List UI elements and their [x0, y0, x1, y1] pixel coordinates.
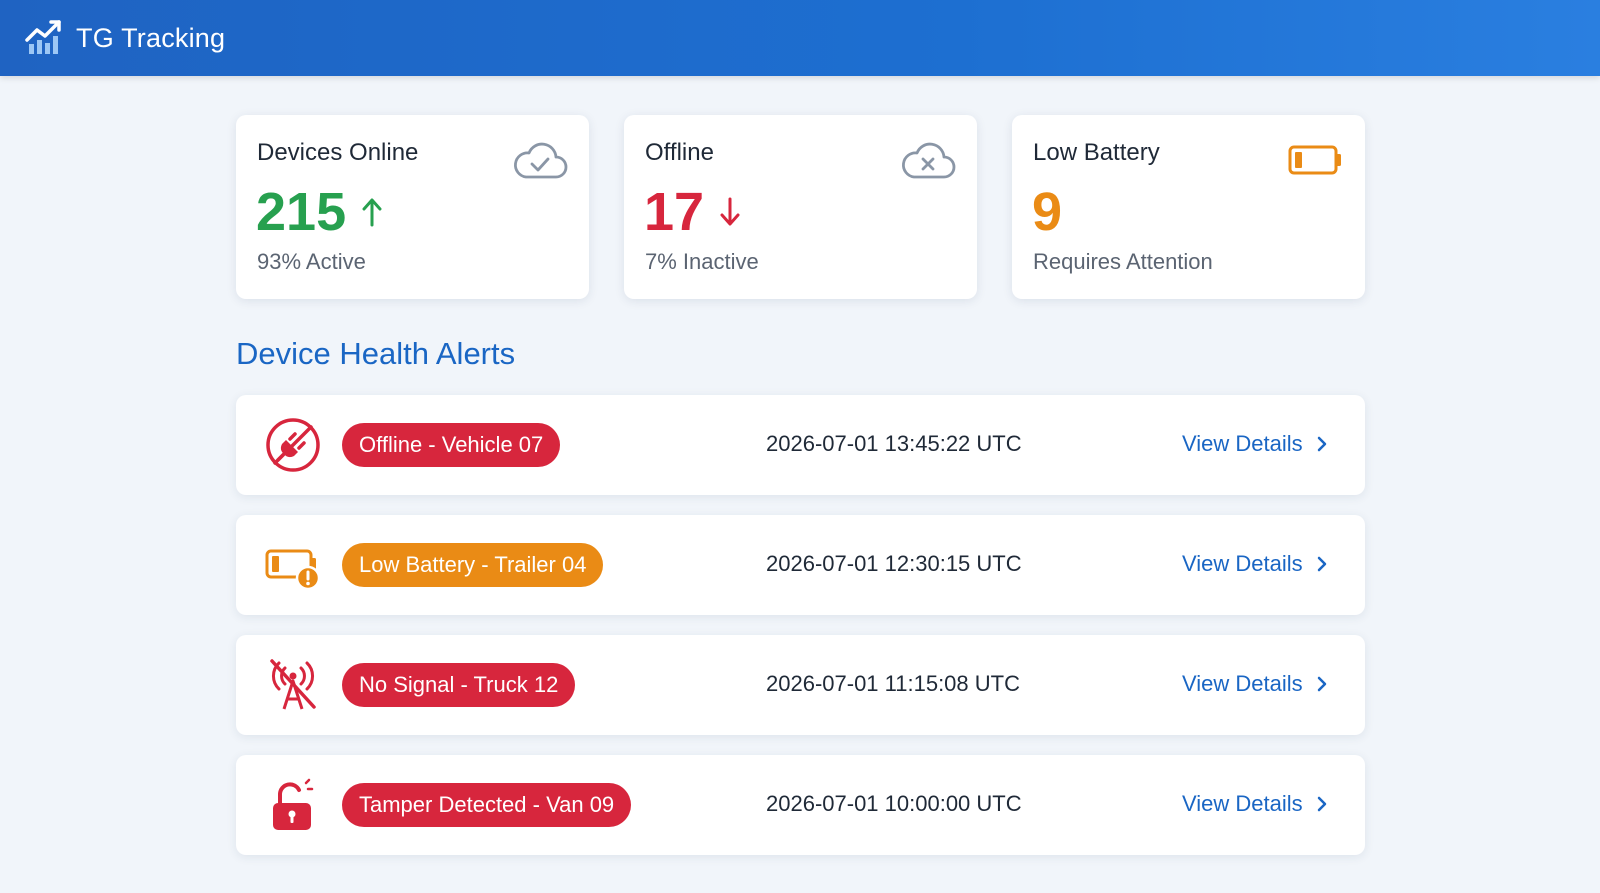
status-badge: Low Battery - Trailer 04: [342, 543, 604, 587]
alert-timestamp: 2026-07-01 13:45:22 UTC: [766, 431, 1022, 456]
alert-row[interactable]: Tamper Detected - Van 09 2026-07-01 10:0…: [236, 755, 1365, 855]
view-details-link[interactable]: View Details: [1182, 671, 1329, 697]
low-battery-count: 9: [1032, 182, 1063, 242]
chevron-right-icon[interactable]: [1315, 435, 1329, 453]
alert-row[interactable]: No Signal - Truck 12 2026-07-01 11:15:08…: [236, 635, 1365, 735]
arrow-down-icon: [720, 197, 740, 226]
unplugged-icon: [266, 418, 320, 472]
status-badge: Offline - Vehicle 07: [342, 423, 561, 467]
card-subtitle: Requires Attention: [1033, 249, 1213, 274]
view-details-link[interactable]: View Details: [1182, 551, 1329, 577]
offline-count: 17: [644, 182, 705, 242]
alert-timestamp: 2026-07-01 11:15:08 UTC: [766, 671, 1020, 696]
top-bar: TG Tracking: [0, 0, 1600, 76]
view-details-label[interactable]: View Details: [1182, 431, 1303, 457]
chart-trend-icon[interactable]: [24, 18, 64, 58]
battery-warning-icon: [265, 549, 321, 591]
no-signal-tower-icon: [270, 659, 316, 710]
cloud-x-icon: [902, 142, 956, 179]
chevron-right-icon[interactable]: [1315, 555, 1329, 573]
cloud-check-icon: [514, 142, 568, 179]
chevron-right-icon[interactable]: [1315, 795, 1329, 813]
section-title: Device Health Alerts: [236, 336, 516, 371]
card-offline[interactable]: Offline 17 7% Inactive: [624, 115, 977, 299]
card-title: Offline: [645, 139, 714, 166]
view-details-label[interactable]: View Details: [1182, 791, 1303, 817]
card-devices-online[interactable]: Devices Online 215 93% Active: [236, 115, 589, 299]
status-badge: No Signal - Truck 12: [342, 663, 576, 707]
status-badge: Tamper Detected - Van 09: [342, 783, 632, 827]
devices-online-count: 215: [256, 182, 347, 242]
card-subtitle: 7% Inactive: [645, 249, 759, 274]
chevron-right-icon[interactable]: [1315, 675, 1329, 693]
view-details-link[interactable]: View Details: [1182, 791, 1329, 817]
card-low-battery[interactable]: Low Battery 9 Requires Attention: [1012, 115, 1365, 299]
battery-low-icon: [1288, 145, 1341, 175]
card-value: 9: [1032, 181, 1062, 243]
alert-row[interactable]: Low Battery - Trailer 04 2026-07-01 12:3…: [236, 515, 1365, 615]
card-value: 17: [644, 181, 744, 243]
alert-timestamp: 2026-07-01 10:00:00 UTC: [766, 791, 1022, 816]
alert-timestamp: 2026-07-01 12:30:15 UTC: [766, 551, 1022, 576]
card-subtitle: 93% Active: [257, 249, 366, 274]
view-details-label[interactable]: View Details: [1182, 671, 1303, 697]
arrow-up-icon: [362, 198, 382, 227]
unlocked-padlock-icon: [273, 778, 314, 830]
app-title: TG Tracking: [76, 22, 226, 53]
card-title: Low Battery: [1033, 139, 1160, 166]
view-details-label[interactable]: View Details: [1182, 551, 1303, 577]
alert-row[interactable]: Offline - Vehicle 07 2026-07-01 13:45:22…: [236, 395, 1365, 495]
card-title: Devices Online: [257, 139, 419, 166]
card-value: 215: [256, 181, 386, 243]
view-details-link[interactable]: View Details: [1182, 431, 1329, 457]
